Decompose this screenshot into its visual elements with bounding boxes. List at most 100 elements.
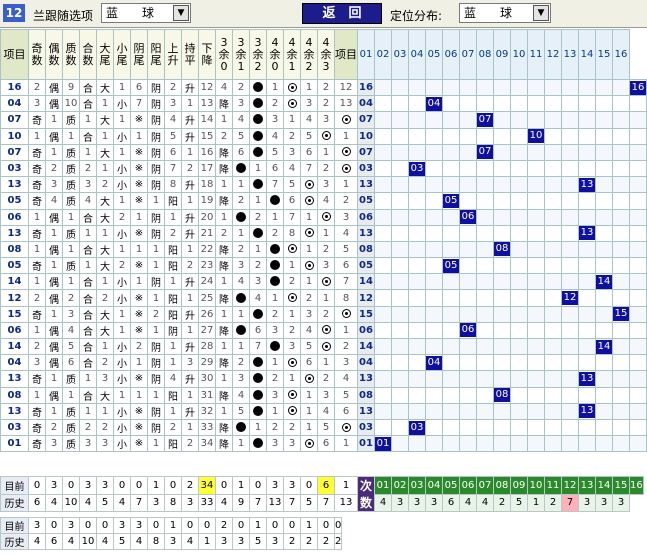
table-cell: 1 [45, 143, 63, 161]
distribution-cell [612, 111, 630, 129]
stat-cell: 2 [181, 476, 199, 495]
distribution-cell [527, 402, 545, 420]
table-row: 16 2 偶 9 合大 1 6 阴 2 升 12 4 2 1 1 2 12 16 16 [0, 78, 647, 97]
table-cell [249, 305, 267, 323]
distribution-cell: 08 [493, 386, 511, 404]
table-cell: 5 [334, 240, 358, 259]
table-cell: 1 [62, 127, 80, 145]
table-cell: 2 [266, 418, 284, 437]
table-cell: 12 [0, 289, 29, 307]
distribution-cell [442, 370, 460, 388]
stat-cell: 3 [130, 517, 148, 534]
distribution-cell [578, 192, 596, 210]
column-header: 项目 [0, 29, 29, 80]
table-cell: 21 [198, 224, 216, 242]
table-cell: 奇 [28, 418, 46, 437]
distribution-cell [408, 337, 426, 356]
table-cell [266, 240, 284, 259]
table-cell: 降 [215, 192, 233, 210]
filled-dot-icon [270, 243, 280, 254]
position-distribution-select[interactable]: 蓝 球 ▼ [459, 3, 551, 23]
table-cell: 奇 [28, 370, 46, 388]
distribution-cell: 12 [561, 289, 579, 307]
stat-cell: 13 [334, 493, 358, 512]
table-cell: 小 [113, 224, 131, 242]
distribution-cell [561, 176, 579, 194]
table-cell: 2 [62, 289, 80, 307]
table-cell: 14 [357, 337, 375, 356]
distribution-cell [408, 127, 426, 145]
table-cell: 小 [113, 337, 131, 356]
distribution-cell [527, 321, 545, 340]
distribution-cell [476, 78, 494, 97]
distribution-cell [612, 435, 630, 453]
table-cell: 9 [62, 78, 80, 97]
distribution-cell [425, 176, 443, 194]
distribution-cell [425, 305, 443, 323]
table-cell: 13 [334, 95, 358, 113]
table-cell: 大 [96, 386, 114, 404]
table-cell: 1 [45, 224, 63, 242]
table-cell: 阳 [164, 240, 182, 259]
distribution-cell [493, 159, 511, 178]
column-header: 奇数 [28, 29, 46, 80]
table-cell [300, 224, 318, 242]
table-cell: 合 [79, 289, 97, 307]
distribution-cell [459, 386, 477, 404]
table-cell: 2 [113, 208, 131, 226]
stat-cell: 0 [28, 476, 46, 495]
distribution-cell [527, 386, 545, 404]
table-cell: 13 [198, 95, 216, 113]
chevron-down-icon[interactable]: ▼ [533, 5, 549, 21]
distribution-cell [459, 159, 477, 178]
table-cell: 降 [215, 257, 233, 275]
table-cell: 大 [96, 240, 114, 259]
filled-dot-icon [253, 373, 263, 384]
stat-cell: 1 [198, 533, 216, 550]
table-cell: 24 [198, 273, 216, 291]
follow-option-select[interactable]: 蓝 球 ▼ [101, 3, 191, 23]
back-button[interactable]: 返 回 [302, 3, 382, 24]
filled-dot-icon [253, 114, 263, 125]
table-cell [266, 257, 284, 275]
distribution-cell [459, 418, 477, 437]
table-cell: 4 [232, 273, 250, 291]
distribution-cell [612, 402, 630, 420]
distribution-cell: 06 [459, 321, 477, 340]
stat-cell: 0 [181, 517, 199, 534]
table-row: 05 奇 4 质 4 大 1 ※ 1 阳 1 19 降 2 1 6 4 2 05 05 [0, 192, 647, 210]
stat-cell: 13 [266, 493, 284, 512]
hit-number-box: 05 [443, 258, 459, 273]
table-cell: 升 [181, 208, 199, 226]
table-cell: 偶 [45, 289, 63, 307]
table-cell: 2 [232, 240, 250, 259]
table-cell: 奇 [28, 192, 46, 210]
distribution-cell [425, 402, 443, 420]
distribution-cell [578, 78, 596, 97]
table-cell: 1 [45, 111, 63, 129]
current-row: 目前 0 3 0 3 3 0 0 1 0 2 34 0 1 0 3 3 0 6 1 次数 01 02 03 04 05 06 07 08… [0, 476, 644, 512]
table-cell: 3 [317, 176, 335, 194]
table-cell: 大 [96, 208, 114, 226]
hit-number-box: 07 [477, 112, 493, 127]
chevron-down-icon[interactable]: ▼ [173, 5, 189, 21]
table-cell: 阴 [147, 127, 165, 145]
table-cell [249, 143, 267, 161]
hit-number-box: 14 [596, 339, 612, 354]
distribution-cell [493, 192, 511, 210]
distribution-cell [561, 127, 579, 145]
distribution-cell [510, 435, 528, 453]
table-cell: 阴 [147, 176, 165, 194]
distribution-cell [425, 321, 443, 340]
distribution-cell [476, 386, 494, 404]
table-cell: 3 [232, 370, 250, 388]
table-cell: 升 [181, 273, 199, 291]
table-cell: 1 [113, 78, 131, 97]
table-cell: 质 [62, 418, 80, 437]
trend-table: 项目 奇数 偶数 质数 合数 大尾 小尾 阴尾 阳尾 上升 持平 下降 3余0 3余1 3余2 4余0 4余1 4… [0, 29, 647, 453]
table-cell: 1 [249, 418, 267, 437]
distribution-cell [629, 370, 647, 388]
column-header: 3余0 [215, 29, 233, 80]
count-cell: 3 [391, 493, 409, 512]
distribution-cell [374, 337, 392, 356]
